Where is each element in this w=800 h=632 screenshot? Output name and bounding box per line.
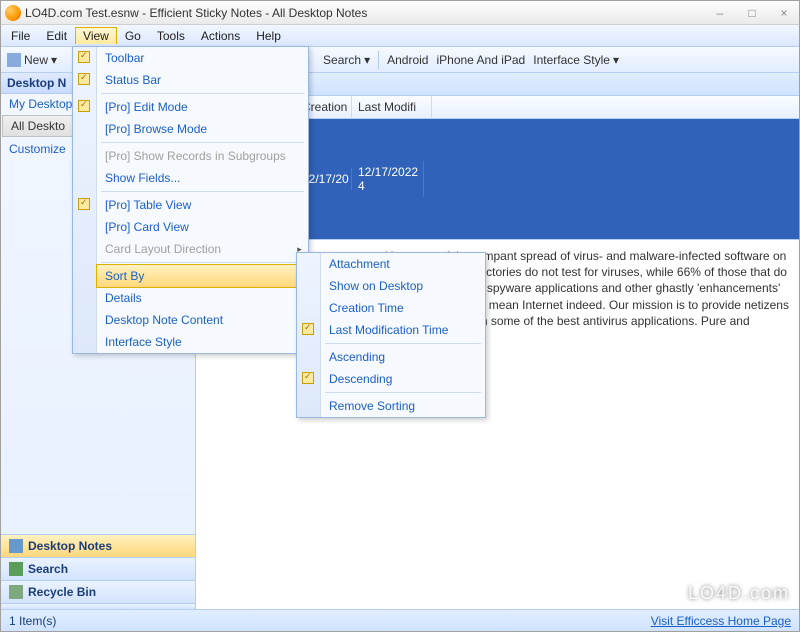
menu-tools[interactable]: Tools (149, 27, 193, 45)
check-icon (302, 372, 314, 384)
view-showfields[interactable]: Show Fields... (97, 167, 308, 189)
toolbar-interface-style[interactable]: Interface Style ▾ (533, 53, 619, 67)
app-icon (5, 5, 21, 21)
menu-file[interactable]: File (3, 27, 38, 45)
view-tableview[interactable]: [Pro] Table View (97, 194, 308, 216)
check-icon (78, 51, 90, 63)
nav-recycle-bin[interactable]: Recycle Bin (1, 580, 195, 603)
check-icon (78, 198, 90, 210)
note-icon (9, 539, 23, 553)
view-interface-style[interactable]: Interface Style▸ (97, 331, 308, 353)
view-ifstyle-label: Interface Style (105, 335, 182, 349)
toolbar-new-label: New (24, 53, 48, 67)
nav-search[interactable]: Search (1, 557, 195, 580)
menu-view[interactable]: View (75, 27, 117, 44)
view-details[interactable]: Details▸ (97, 287, 308, 309)
minimize-button[interactable]: – (709, 6, 731, 20)
search-icon (9, 562, 23, 576)
sort-desc-label: Descending (329, 372, 392, 386)
view-showrecords: [Pro] Show Records in Subgroups (97, 145, 308, 167)
sort-lastmod-label: Last Modification Time (329, 323, 448, 337)
statusbar: 1 Item(s) Visit Efficcess Home Page (1, 609, 799, 631)
view-statusbar-label: Status Bar (105, 73, 161, 87)
menu-go[interactable]: Go (117, 27, 149, 45)
view-menu-dropdown: Toolbar Status Bar [Pro] Edit Mode [Pro]… (72, 46, 309, 354)
sort-remove-sorting[interactable]: Remove Sorting (321, 395, 485, 417)
view-editmode-label: [Pro] Edit Mode (105, 100, 188, 114)
menu-help[interactable]: Help (248, 27, 289, 45)
menubar: File Edit View Go Tools Actions Help (1, 25, 799, 47)
titlebar: LO4D.com Test.esnw - Efficient Sticky No… (1, 1, 799, 25)
toolbar-search-label: Search (323, 53, 361, 67)
cell-modified: 12/17/2022 4 (352, 161, 424, 197)
view-sortby[interactable]: Sort By▸ (96, 264, 309, 288)
sort-last-modification[interactable]: Last Modification Time (321, 319, 485, 341)
toolbar-iphone[interactable]: iPhone And iPad (436, 53, 525, 67)
check-icon (302, 323, 314, 335)
view-cardlayout-label: Card Layout Direction (105, 242, 221, 256)
toolbar-style-label: Interface Style (533, 53, 610, 67)
view-browsemode[interactable]: [Pro] Browse Mode (97, 118, 308, 140)
view-statusbar[interactable]: Status Bar (97, 69, 308, 91)
check-icon (78, 73, 90, 85)
check-icon (78, 100, 90, 112)
view-toolbar-label: Toolbar (105, 51, 144, 65)
view-editmode[interactable]: [Pro] Edit Mode (97, 96, 308, 118)
toolbar-search[interactable]: Search ▾ (323, 53, 370, 67)
toolbar-android[interactable]: Android (387, 53, 428, 67)
view-toolbar[interactable]: Toolbar (97, 47, 308, 69)
view-cardview[interactable]: [Pro] Card View (97, 216, 308, 238)
new-icon (7, 53, 21, 67)
nav-search-label: Search (28, 562, 68, 576)
view-sortby-label: Sort By (105, 269, 144, 283)
window-title: LO4D.com Test.esnw - Efficient Sticky No… (25, 6, 709, 20)
nav-desktop-notes[interactable]: Desktop Notes (1, 534, 195, 557)
status-home-link[interactable]: Visit Efficcess Home Page (651, 614, 791, 628)
col-modified-header[interactable]: Last Modifi (352, 96, 432, 118)
close-button[interactable]: × (773, 6, 795, 20)
nav-recycle-label: Recycle Bin (28, 585, 96, 599)
sort-ascending[interactable]: Ascending (321, 346, 485, 368)
view-desktop-note-content[interactable]: Desktop Note Content▸ (97, 309, 308, 331)
view-cardlayout: Card Layout Direction▸ (97, 238, 308, 260)
sort-attachment[interactable]: Attachment (321, 253, 485, 275)
sort-creation-time[interactable]: Creation Time (321, 297, 485, 319)
menu-edit[interactable]: Edit (38, 27, 75, 45)
nav-desktop-notes-label: Desktop Notes (28, 539, 112, 553)
menu-actions[interactable]: Actions (193, 27, 248, 45)
view-dnc-label: Desktop Note Content (105, 313, 223, 327)
status-count: 1 Item(s) (9, 614, 56, 628)
sort-show-on-desktop[interactable]: Show on Desktop (321, 275, 485, 297)
view-tableview-label: [Pro] Table View (105, 198, 191, 212)
maximize-button[interactable]: □ (741, 6, 763, 20)
recycle-icon (9, 585, 23, 599)
sortby-submenu: Attachment Show on Desktop Creation Time… (296, 252, 486, 418)
sort-descending[interactable]: Descending (321, 368, 485, 390)
toolbar-new[interactable]: New ▾ (7, 53, 57, 67)
view-details-label: Details (105, 291, 142, 305)
